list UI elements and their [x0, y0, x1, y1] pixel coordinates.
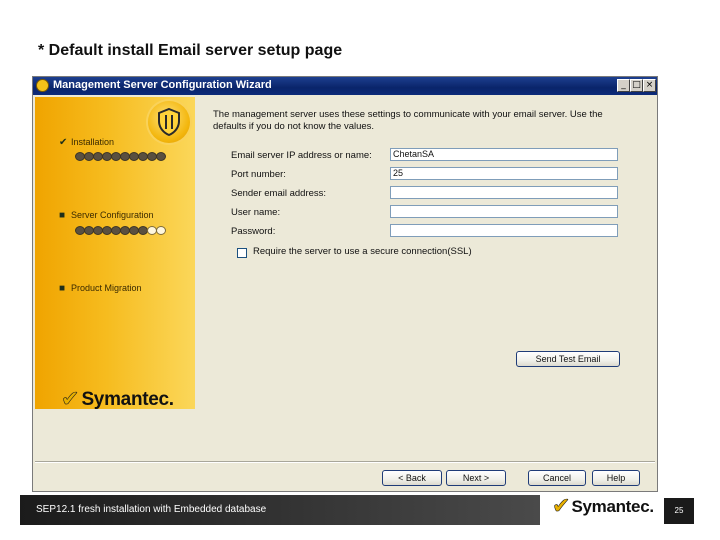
step-label: Product Migration: [71, 283, 142, 293]
app-shield-icon: [36, 79, 49, 92]
brand-name: Symantec.: [81, 389, 174, 410]
bullet-icon: ■: [59, 283, 66, 294]
back-button[interactable]: < Back: [382, 470, 442, 486]
footer-symantec-logo: ✔ Symantec.: [552, 494, 654, 519]
username-label: User name:: [231, 207, 281, 218]
step-server-configuration: ■ Server Configuration: [59, 210, 154, 221]
email-server-input[interactable]: ChetanSA: [390, 148, 618, 161]
footer-logo-text: Symantec.: [571, 497, 654, 516]
ssl-checkbox-label[interactable]: Require the server to use a secure conne…: [253, 246, 472, 257]
symantec-shield-icon: [148, 101, 190, 143]
ssl-checkbox[interactable]: [237, 248, 247, 258]
installation-progress: [75, 152, 166, 161]
password-label: Password:: [231, 226, 276, 237]
username-input[interactable]: [390, 205, 618, 218]
step-label: Installation: [71, 137, 115, 147]
divider: [35, 461, 655, 463]
progress-dot: [156, 226, 166, 235]
close-button[interactable]: ×: [643, 79, 656, 92]
port-input[interactable]: 25: [390, 167, 618, 180]
email-server-label: Email server IP address or name:: [231, 150, 372, 161]
wizard-steps-panel: ✔ Installation ■ Server Configuration ■ Pro…: [35, 97, 195, 412]
server-configuration-progress: [75, 226, 166, 235]
bullet-icon: ■: [59, 210, 66, 221]
wizard-window: Management Server Configuration Wizard _…: [32, 76, 658, 492]
progress-dot: [156, 152, 166, 161]
sender-email-label: Sender email address:: [231, 188, 327, 199]
page-number: 25: [664, 498, 694, 524]
minimize-button[interactable]: _: [617, 79, 630, 92]
next-button[interactable]: Next >: [446, 470, 506, 486]
send-test-email-button[interactable]: Send Test Email: [516, 351, 620, 367]
intro-text: The management server uses these setting…: [213, 109, 603, 132]
password-input[interactable]: [390, 224, 618, 237]
symantec-check-icon: ✔: [61, 387, 80, 412]
cancel-button[interactable]: Cancel: [528, 470, 586, 486]
symantec-check-icon: ✔: [552, 494, 571, 519]
step-label: Server Configuration: [71, 210, 154, 220]
step-installation: ✔ Installation: [59, 137, 114, 148]
window-title: Management Server Configuration Wizard: [53, 79, 272, 91]
checkmark-icon: ✔: [59, 137, 68, 148]
maximize-button[interactable]: □: [630, 79, 643, 92]
title-bar[interactable]: Management Server Configuration Wizard _…: [33, 77, 657, 95]
help-button[interactable]: Help: [592, 470, 640, 486]
slide-title: * Default install Email server setup pag…: [38, 42, 343, 59]
symantec-logo: ✔ Symantec.: [61, 387, 174, 412]
sender-email-input[interactable]: [390, 186, 618, 199]
footer-text: SEP12.1 fresh installation with Embedded…: [36, 504, 267, 515]
port-label: Port number:: [231, 169, 286, 180]
footer-bar: SEP12.1 fresh installation with Embedded…: [20, 495, 540, 525]
step-product-migration: ■ Product Migration: [59, 283, 142, 294]
